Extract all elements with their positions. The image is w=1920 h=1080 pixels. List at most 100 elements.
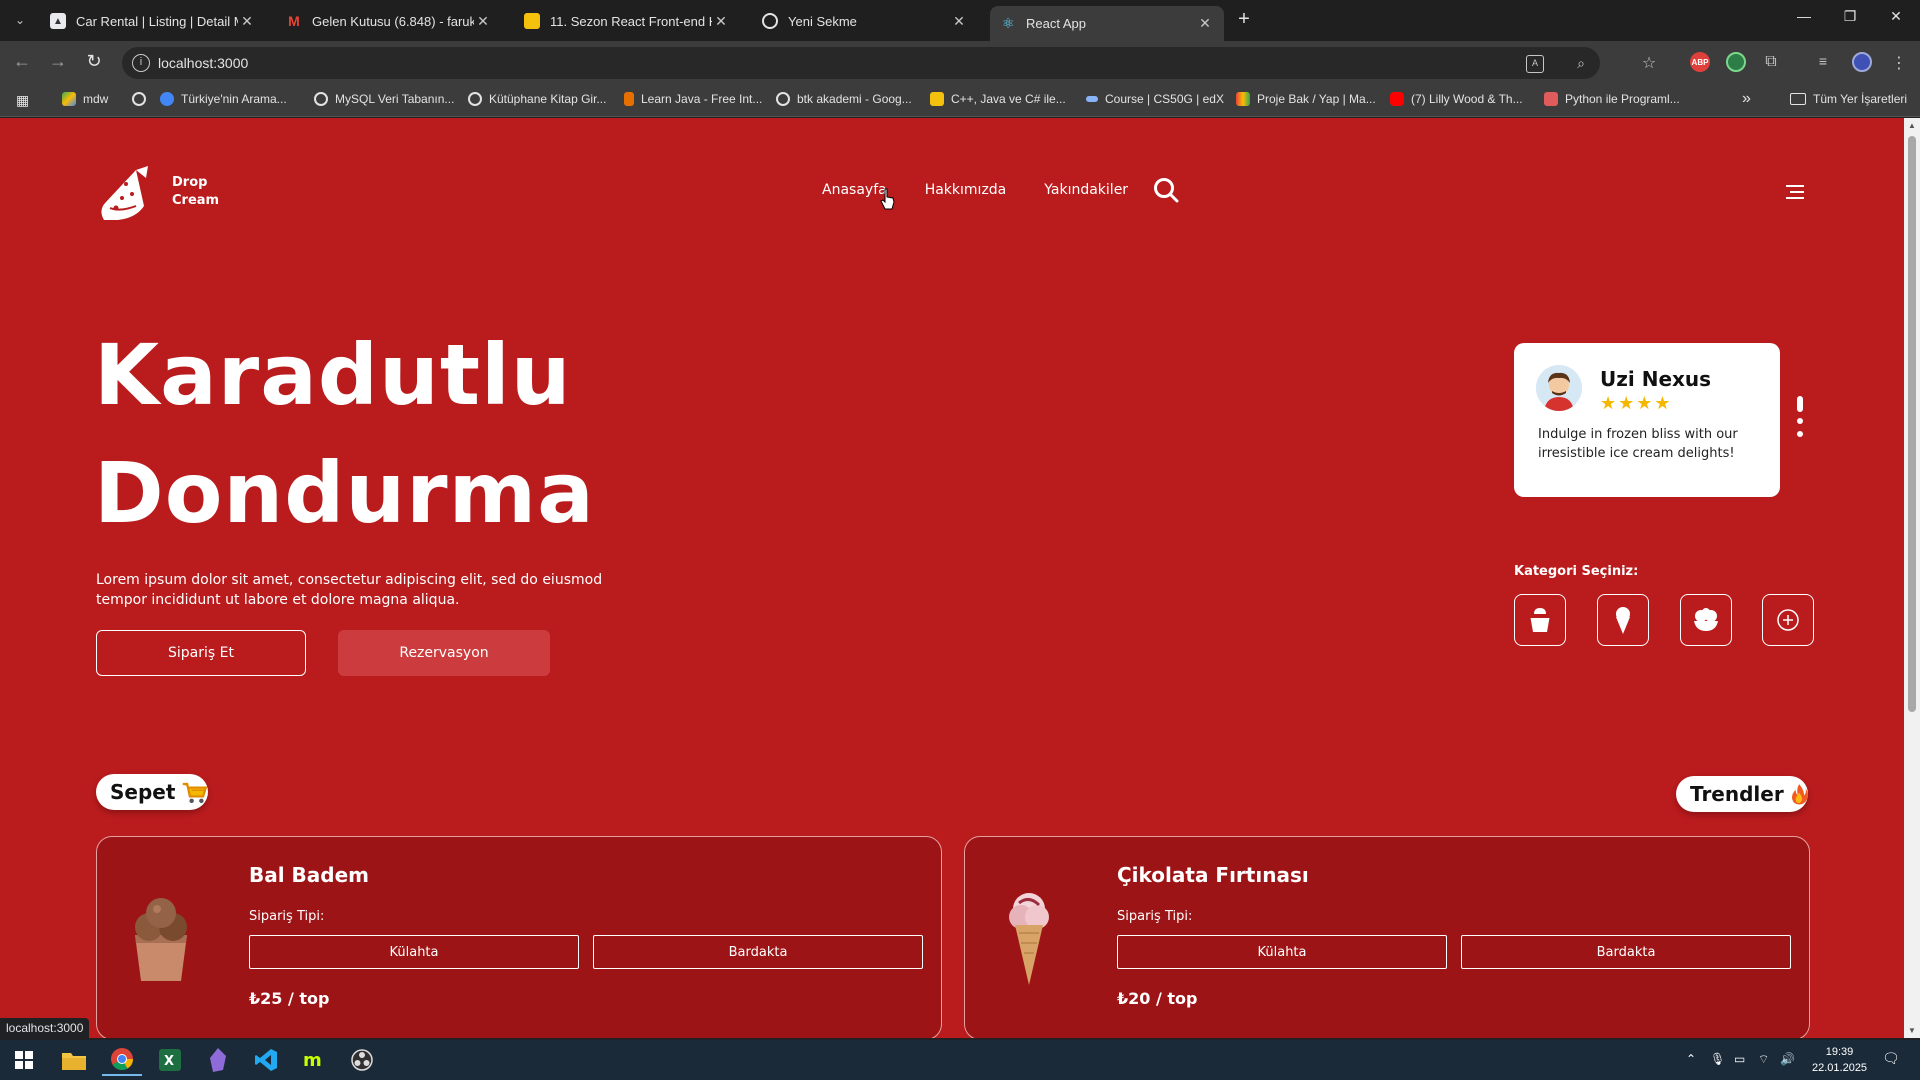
scroll-up-icon[interactable]: ▲	[1908, 121, 1916, 130]
obsidian-app[interactable]	[198, 1044, 238, 1076]
option-kulahta-button[interactable]: Külahta	[249, 935, 579, 969]
browser-tab-bar: ⌄ ▲ Car Rental | Listing | Detail Mod ✕ …	[0, 0, 1920, 41]
wifi-icon[interactable]: ⌔	[1758, 1052, 1769, 1067]
nav-anasayfa[interactable]: Anasayfa	[822, 182, 887, 198]
scroll-down-icon[interactable]: ▼	[1908, 1026, 1916, 1035]
adblock-icon[interactable]: ABP	[1690, 52, 1710, 72]
bookmark-cs50g[interactable]: Course | CS50G | edX	[1086, 92, 1224, 106]
bookmarks-overflow-icon[interactable]: »	[1742, 90, 1751, 108]
bookmark-label: Türkiye'nin Arama...	[181, 92, 287, 106]
bookmark-star-icon[interactable]: ☆	[1640, 53, 1658, 72]
url-text[interactable]: localhost:3000	[158, 55, 248, 71]
search-icon[interactable]	[1152, 176, 1180, 204]
tab-car-rental[interactable]: ▲ Car Rental | Listing | Detail Mod ✕	[40, 6, 266, 36]
bookmark-label: mdw	[83, 92, 109, 106]
category-bowl-button[interactable]	[1680, 594, 1732, 646]
notifications-icon[interactable]: 🗨	[1882, 1050, 1900, 1067]
profile-avatar[interactable]	[1852, 52, 1872, 72]
bookmark-python[interactable]: Python ile Programl...	[1544, 92, 1680, 106]
category-add-button[interactable]	[1762, 594, 1814, 646]
extensions-puzzle-icon[interactable]: ⧉	[1762, 53, 1780, 71]
trending-section-heading[interactable]: Trendler	[1676, 776, 1808, 812]
carousel-dot[interactable]	[1797, 431, 1803, 437]
media-control-icon[interactable]: ≡	[1814, 53, 1832, 71]
tab-react-frontend[interactable]: 11. Sezon React Front-end Haft ✕	[514, 6, 740, 36]
nav-hakkimizda[interactable]: Hakkımızda	[925, 182, 1007, 198]
option-bardakta-button[interactable]: Bardakta	[593, 935, 923, 969]
category-cone-button[interactable]	[1597, 594, 1649, 646]
tab-close-icon[interactable]: ✕	[474, 13, 492, 30]
tray-overflow-icon[interactable]: ⌃	[1686, 1052, 1696, 1066]
carousel-dot-active[interactable]	[1797, 396, 1803, 412]
obs-app[interactable]	[342, 1044, 382, 1076]
tab-new-tab[interactable]: Yeni Sekme ✕	[752, 6, 978, 36]
new-tab-button[interactable]: +	[1232, 8, 1256, 31]
rating-stars: ★★★★	[1600, 393, 1673, 414]
back-icon[interactable]: ←	[10, 51, 34, 72]
order-button[interactable]: Sipariş Et	[96, 630, 306, 676]
forward-icon[interactable]: →	[46, 51, 70, 72]
translate-icon[interactable]: A	[1526, 55, 1544, 73]
nav-yakindakiler[interactable]: Yakındakiler	[1044, 182, 1128, 198]
bookmark-label: Learn Java - Free Int...	[641, 92, 763, 106]
page-scrollbar[interactable]: ▲ ▼	[1904, 118, 1920, 1038]
brand-logo[interactable]: Drop Cream	[96, 162, 219, 222]
scrollbar-thumb[interactable]	[1908, 136, 1916, 712]
volume-icon[interactable]: 🔊	[1780, 1052, 1795, 1066]
bookmark-cpp-java-csharp[interactable]: C++, Java ve C# ile...	[930, 92, 1066, 106]
cone-icon	[1616, 607, 1630, 634]
excel-app[interactable]: X	[150, 1044, 190, 1076]
apps-grid-icon[interactable]: ▦	[16, 92, 29, 109]
fire-icon	[1791, 784, 1808, 805]
google-icon[interactable]	[132, 92, 153, 106]
bookmark-kutuphane[interactable]: Kütüphane Kitap Gir...	[468, 92, 606, 106]
tab-search-chevron-icon[interactable]: ⌄	[8, 8, 32, 32]
zoom-icon[interactable]: ⌕	[1572, 55, 1590, 73]
category-label: Kategori Seçiniz:	[1514, 564, 1639, 579]
all-bookmarks-label: Tüm Yer İşaretleri	[1813, 92, 1908, 106]
category-cup-button[interactable]	[1514, 594, 1566, 646]
bookmark-btk[interactable]: btk akademi - Goog...	[776, 92, 912, 106]
all-bookmarks-button[interactable]: Tüm Yer İşaretleri	[1790, 92, 1907, 106]
cart-section-heading[interactable]: Sepet	[96, 774, 208, 810]
tab-close-icon[interactable]: ✕	[238, 13, 256, 30]
hamburger-menu-icon[interactable]	[1786, 184, 1804, 200]
tab-close-icon[interactable]: ✕	[712, 13, 730, 30]
windows-logo-icon	[15, 1051, 33, 1069]
bookmark-turkiye-arama[interactable]: Türkiye'nin Arama...	[160, 92, 287, 106]
tab-close-icon[interactable]: ✕	[950, 13, 968, 30]
carousel-dot[interactable]	[1797, 418, 1803, 424]
tab-react-app[interactable]: ⚛ React App ✕	[990, 6, 1224, 41]
site-info-icon[interactable]: i	[132, 54, 150, 72]
bookmark-label: C++, Java ve C# ile...	[951, 92, 1066, 106]
hero-title-line2: Dondurma	[94, 444, 595, 542]
car-rental-favicon-icon: ▲	[50, 13, 66, 29]
address-bar[interactable]: i localhost:3000 ⌕ A	[122, 47, 1600, 79]
bookmark-lilly-wood[interactable]: (7) Lilly Wood & Th...	[1390, 92, 1523, 106]
system-clock[interactable]: 19:39 22.01.2025	[1812, 1044, 1867, 1076]
bookmark-learn-java[interactable]: Learn Java - Free Int...	[624, 92, 762, 106]
bookmark-mysql[interactable]: MySQL Veri Tabanın...	[314, 92, 454, 106]
miro-app[interactable]: m	[294, 1044, 334, 1076]
start-button[interactable]	[4, 1044, 44, 1076]
tab-close-icon[interactable]: ✕	[1196, 15, 1214, 32]
browser-menu-icon[interactable]: ⋮	[1890, 53, 1908, 72]
extension-green-icon[interactable]	[1726, 52, 1746, 72]
reservation-button[interactable]: Rezervasyon	[338, 630, 550, 676]
restore-icon[interactable]: ❐	[1830, 8, 1870, 25]
bookmark-proje-bak[interactable]: Proje Bak / Yap | Ma...	[1236, 92, 1376, 106]
cup-icon	[1530, 608, 1550, 632]
minimize-icon[interactable]: —	[1784, 8, 1824, 24]
file-explorer-app[interactable]	[54, 1044, 94, 1076]
option-bardakta-button[interactable]: Bardakta	[1461, 935, 1791, 969]
chrome-app[interactable]	[102, 1044, 142, 1076]
option-kulahta-button[interactable]: Külahta	[1117, 935, 1447, 969]
window-close-icon[interactable]: ✕	[1876, 8, 1916, 25]
battery-icon[interactable]: ▭	[1734, 1052, 1745, 1066]
vscode-app[interactable]	[246, 1044, 286, 1076]
reload-icon[interactable]: ↻	[82, 51, 106, 72]
microphone-icon[interactable]: 🎙	[1710, 1052, 1725, 1066]
bookmark-label: btk akademi - Goog...	[797, 92, 912, 106]
bookmark-mdw[interactable]: mdw	[62, 92, 108, 106]
tab-gmail[interactable]: M Gelen Kutusu (6.848) - farukder ✕	[276, 6, 502, 36]
